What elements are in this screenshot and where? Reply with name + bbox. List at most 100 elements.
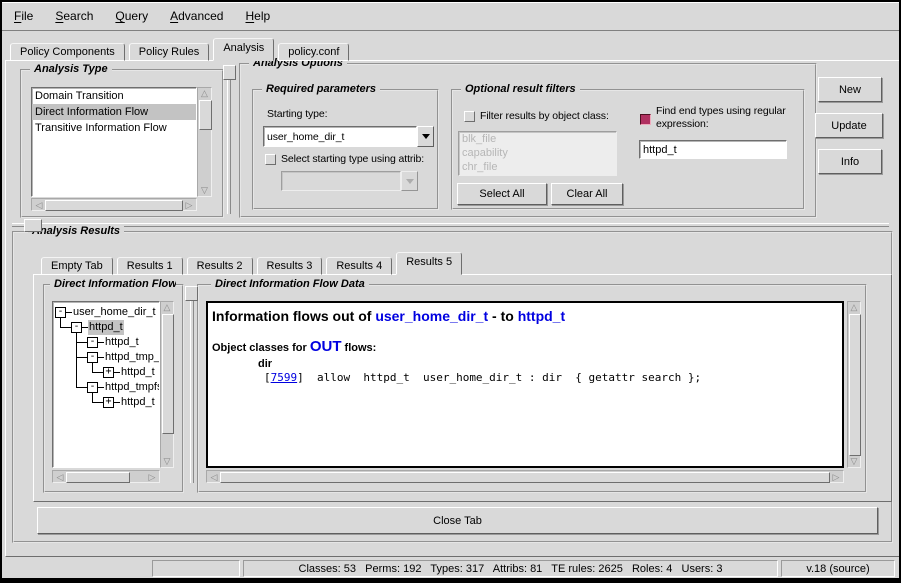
tab-policy-rules[interactable]: Policy Rules: [129, 43, 210, 61]
scroll-down-icon[interactable]: ▽: [848, 457, 860, 466]
analysis-type-title: Analysis Type: [30, 63, 112, 75]
tab-policy-components[interactable]: Policy Components: [10, 43, 125, 61]
scroll-left-icon[interactable]: ◁: [55, 473, 65, 482]
tree-node-label[interactable]: httpd_t: [104, 335, 140, 350]
headline-prefix: Information flows out of: [212, 308, 375, 324]
required-parameters-title: Required parameters: [262, 83, 380, 95]
tree-collapse-icon[interactable]: -: [55, 307, 66, 318]
classes-prefix: Object classes for: [212, 342, 310, 354]
menu-search[interactable]: Search: [55, 9, 93, 23]
menu-help[interactable]: Help: [245, 9, 270, 23]
data-hscrollbar[interactable]: ◁ ▷: [206, 470, 844, 483]
results-tab-results-1[interactable]: Results 1: [117, 257, 183, 275]
object-classes-line: Object classes for OUT flows:: [212, 338, 838, 355]
data-vscrollbar[interactable]: △ ▽: [847, 301, 861, 468]
tree-connector: [76, 342, 87, 343]
scrollbar-thumb[interactable]: [220, 472, 830, 483]
tree-expand-icon[interactable]: +: [103, 367, 114, 378]
scroll-up-icon[interactable]: △: [198, 89, 211, 98]
scrollbar-thumb[interactable]: [849, 314, 861, 456]
results-sash[interactable]: [12, 223, 889, 227]
scroll-left-icon[interactable]: ◁: [34, 201, 44, 210]
tree-data-sash[interactable]: [190, 286, 194, 483]
tree-node-label[interactable]: httpd_tmp_t: [104, 350, 160, 365]
starting-type-value[interactable]: user_home_dir_t: [263, 126, 417, 147]
select-all-button[interactable]: Select All: [457, 183, 547, 205]
scroll-up-icon[interactable]: △: [848, 303, 860, 312]
clear-all-button[interactable]: Clear All: [551, 183, 623, 205]
tree-connector: [92, 402, 103, 403]
regex-input[interactable]: httpd_t: [639, 140, 787, 159]
close-tab-button[interactable]: Close Tab: [37, 507, 878, 534]
tree-node-label[interactable]: httpd_tmpfs_t: [104, 380, 160, 395]
filter-by-class-checkbox[interactable]: [464, 111, 475, 122]
flow-data-title: Direct Information Flow Data: [211, 278, 369, 290]
info-button[interactable]: Info: [818, 149, 882, 174]
tree-data-sash-grip[interactable]: [185, 286, 198, 301]
tree-collapse-icon[interactable]: -: [87, 382, 98, 393]
analysis-type-listbox[interactable]: Domain TransitionDirect Information Flow…: [31, 87, 197, 197]
starting-type-combobox[interactable]: user_home_dir_t: [263, 126, 434, 147]
tree-vscrollbar[interactable]: △ ▽: [160, 301, 174, 468]
attrib-checkbox-label: Select starting type using attrib:: [281, 153, 424, 165]
attrib-combobox: [281, 171, 418, 191]
list-item[interactable]: Direct Information Flow: [32, 104, 196, 120]
headline-target-type: httpd_t: [518, 308, 565, 324]
flow-tree-frame: Direct Information Flow T -user_home_dir…: [43, 284, 184, 493]
policy-version: v.18 (source): [806, 563, 869, 575]
pane-sash-grip[interactable]: [223, 65, 236, 80]
list-item[interactable]: Domain Transition: [32, 88, 196, 104]
tree-hscrollbar[interactable]: ◁ ▷: [52, 470, 160, 483]
scrollbar-thumb[interactable]: [66, 472, 130, 483]
analysis-type-hscrollbar[interactable]: ◁ ▷: [31, 198, 197, 211]
regex-checkbox-label: Find end types using regular expression:: [656, 105, 790, 131]
tab-policy-conf[interactable]: policy.conf: [278, 43, 349, 61]
tree-node-label[interactable]: httpd_t: [120, 365, 156, 380]
tree-node-label[interactable]: httpd_t: [88, 320, 124, 335]
scroll-right-icon[interactable]: ▷: [831, 473, 841, 482]
new-button-label: New: [839, 84, 861, 96]
combobox-dropdown-button[interactable]: [417, 126, 434, 147]
tree-node-label[interactable]: httpd_t: [120, 395, 156, 410]
scroll-right-icon[interactable]: ▷: [184, 201, 194, 210]
flow-data-textarea[interactable]: Information flows out of user_home_dir_t…: [206, 301, 844, 468]
analysis-type-vscrollbar[interactable]: △ ▽: [197, 87, 212, 197]
regex-checkbox[interactable]: [640, 114, 651, 125]
attrib-checkbox[interactable]: [265, 154, 276, 165]
scrollbar-thumb[interactable]: [199, 100, 212, 130]
policy-stats: Classes: 53 Perms: 192 Types: 317 Attrib…: [299, 563, 723, 575]
results-tab-results-3[interactable]: Results 3: [257, 257, 323, 275]
results-tab-results-5[interactable]: Results 5: [396, 252, 462, 275]
scroll-down-icon[interactable]: ▽: [161, 457, 173, 466]
tree-collapse-icon[interactable]: -: [87, 337, 98, 348]
flow-tree[interactable]: -user_home_dir_t-httpd_t-httpd_t-httpd_t…: [52, 301, 160, 468]
tab-analysis[interactable]: Analysis: [213, 38, 274, 61]
update-button[interactable]: Update: [815, 113, 883, 138]
scrollbar-thumb[interactable]: [45, 200, 183, 211]
menu-file[interactable]: File: [14, 9, 33, 23]
analysis-results-frame: Analysis Results Empty TabResults 1Resul…: [12, 231, 893, 543]
clear-all-label: Clear All: [567, 188, 608, 200]
tree-connector: [76, 387, 87, 388]
tree-node-label[interactable]: user_home_dir_t: [72, 305, 157, 320]
results-tab-results-2[interactable]: Results 2: [187, 257, 253, 275]
list-item: blk_file: [459, 132, 616, 146]
list-item[interactable]: Transitive Information Flow: [32, 120, 196, 136]
pane-sash[interactable]: [227, 65, 231, 214]
results-tab-results-4[interactable]: Results 4: [326, 257, 392, 275]
tree-collapse-icon[interactable]: -: [87, 352, 98, 363]
results-tab-empty-tab[interactable]: Empty Tab: [41, 257, 113, 275]
scroll-up-icon[interactable]: △: [161, 303, 173, 312]
scroll-right-icon[interactable]: ▷: [147, 473, 157, 482]
results-sash-grip[interactable]: [24, 219, 42, 232]
menu-advanced[interactable]: Advanced: [170, 9, 223, 23]
scroll-down-icon[interactable]: ▽: [198, 186, 211, 195]
rule-id-link[interactable]: 7599: [271, 371, 298, 384]
tree-expand-icon[interactable]: +: [103, 397, 114, 408]
new-button[interactable]: New: [818, 77, 882, 102]
scroll-left-icon[interactable]: ◁: [209, 473, 219, 482]
tree-collapse-icon[interactable]: -: [71, 322, 82, 333]
scrollbar-thumb[interactable]: [162, 314, 174, 434]
headline-middle: - to: [488, 308, 518, 324]
menu-query[interactable]: Query: [115, 9, 148, 23]
